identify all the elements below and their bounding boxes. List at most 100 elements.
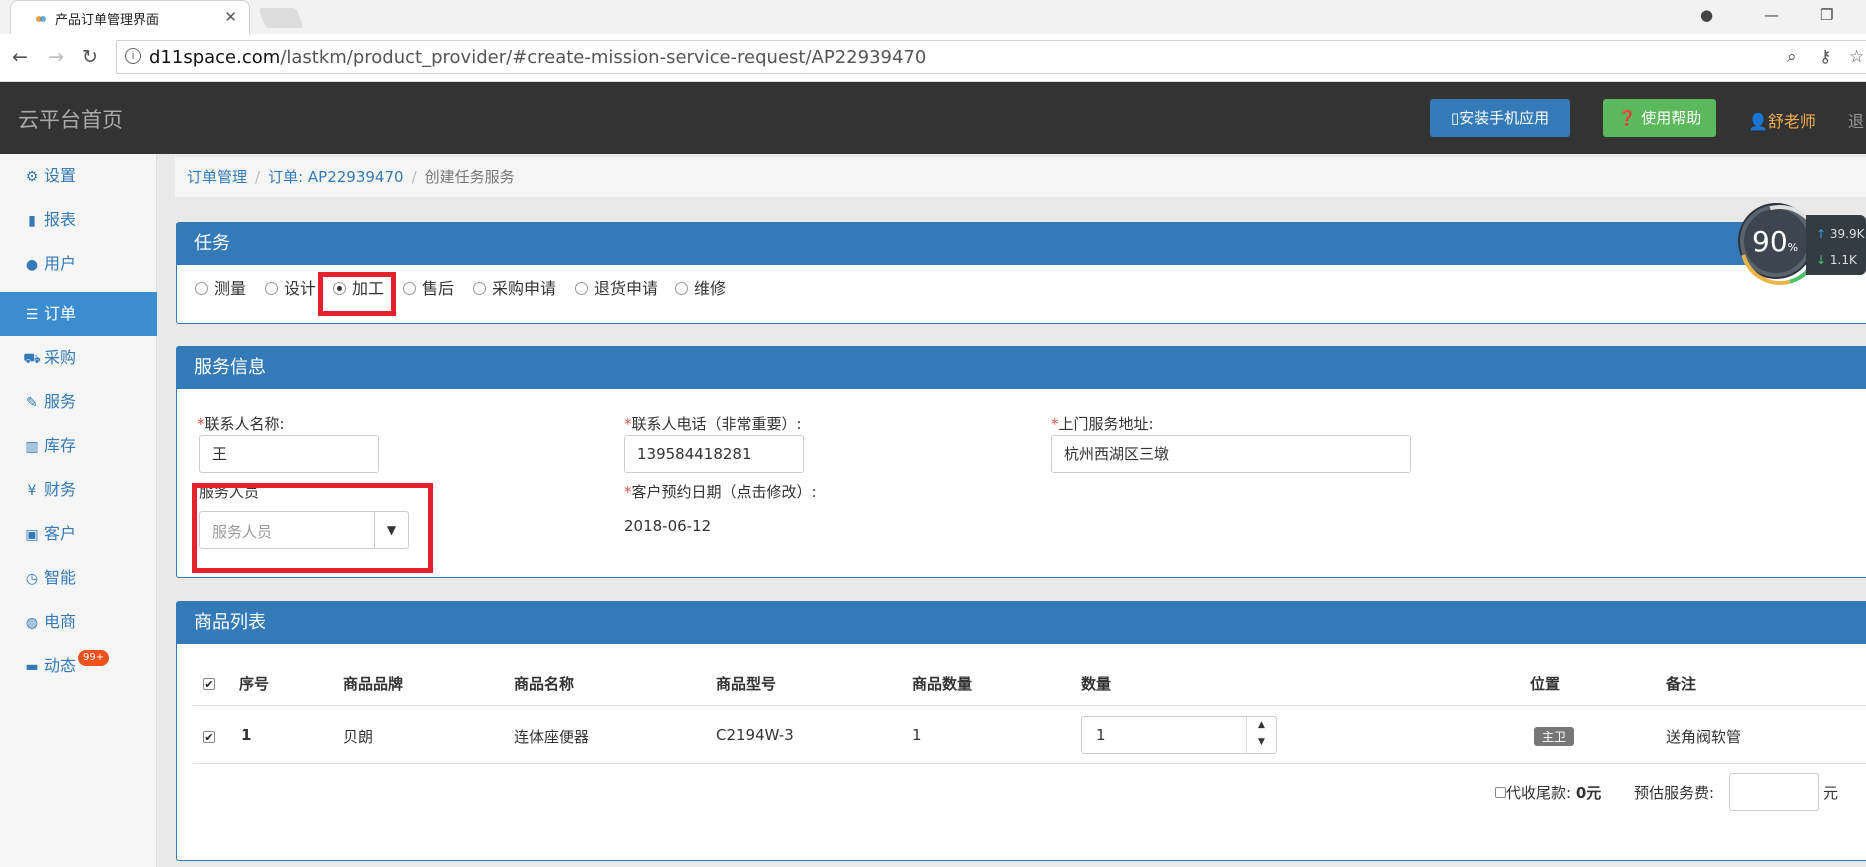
highlight-box	[318, 272, 396, 316]
back-arrow-icon[interactable]: ←	[12, 46, 28, 68]
select-all-checkbox[interactable]: ✔	[203, 674, 215, 692]
clock-icon: ◷	[25, 571, 39, 587]
key-icon[interactable]: ⚷	[1819, 47, 1831, 67]
sidebar-item-users[interactable]: ● 用户	[0, 242, 157, 286]
bookmark-star-icon[interactable]: ☆	[1849, 47, 1864, 67]
gear-icon: ⚙	[25, 169, 39, 185]
row-count: 1	[912, 726, 922, 744]
sidebar-item-settings[interactable]: ⚙ 设置	[0, 154, 157, 198]
sidebar-item-reports[interactable]: ▮ 报表	[0, 198, 157, 242]
barcode-icon: ▥	[25, 439, 39, 455]
sidebar-item-activity[interactable]: ▬ 动态 99+	[0, 644, 157, 688]
radio-button[interactable]	[195, 282, 208, 295]
radio-button[interactable]	[403, 282, 416, 295]
column-header: 位置	[1530, 675, 1561, 693]
appointment-date-value[interactable]: 2018-06-12	[624, 517, 711, 535]
column-header: 数量	[1081, 675, 1112, 693]
stepper-arrows-icon[interactable]: ▲ ▼	[1246, 717, 1276, 753]
breadcrumb-separator: /	[411, 168, 417, 186]
task-option-repair[interactable]: 维修	[675, 275, 726, 299]
task-option-purchase-request[interactable]: 采购申请	[473, 275, 556, 299]
browser-toolbar: ← → ↻ i d11space.com/lastkm/product_prov…	[0, 34, 1866, 82]
help-button[interactable]: ❓ 使用帮助	[1603, 99, 1716, 137]
breadcrumb-order-management[interactable]: 订单管理	[187, 168, 247, 186]
info-icon[interactable]: i	[125, 48, 141, 64]
browser-tab-strip: 产品订单管理界面 ✕ ● — ❐	[0, 0, 1866, 34]
logout-link[interactable]: 退	[1848, 108, 1864, 132]
row-model: C2194W-3	[716, 726, 794, 744]
sidebar-item-inventory[interactable]: ▥ 库存	[0, 424, 157, 468]
forward-arrow-icon[interactable]: →	[48, 46, 64, 68]
task-option-return-request[interactable]: 退货申请	[575, 275, 658, 299]
user-icon: ●	[25, 257, 39, 273]
breadcrumb-order[interactable]: 订单: AP22939470	[268, 168, 403, 186]
tab-close-icon[interactable]: ✕	[224, 8, 237, 26]
restore-icon[interactable]: ❐	[1820, 6, 1833, 24]
table-divider	[193, 763, 1866, 764]
url-text: d11space.com/lastkm/product_provider/#cr…	[149, 47, 927, 68]
radio-button[interactable]	[575, 282, 588, 295]
speed-gauge: 90%	[1740, 205, 1812, 277]
sidebar-item-customers[interactable]: ▣ 客户	[0, 512, 157, 556]
sidebar-item-service[interactable]: ✎ 服务	[0, 380, 157, 424]
download-arrow-icon: ↓	[1816, 253, 1827, 267]
tab-title: 产品订单管理界面	[55, 13, 160, 28]
contact-phone-label: *联系人电话（非常重要）:	[624, 415, 802, 433]
row-brand: 贝朗	[343, 728, 374, 746]
sidebar-item-purchase[interactable]: ⛟ 采购	[0, 336, 157, 380]
task-option-after-sales[interactable]: 售后	[403, 275, 454, 299]
sidebar-item-smart[interactable]: ◷ 智能	[0, 556, 157, 600]
goods-list-panel: 商品列表 ✔ 序号 商品品牌 商品名称 商品型号 商品数量 数量 位置 备注 ✔…	[176, 601, 1866, 861]
collect-balance-field[interactable]: 代收尾款: 0元	[1495, 782, 1601, 803]
reload-icon[interactable]: ↻	[82, 46, 98, 68]
sidebar: ⚙ 设置 ▮ 报表 ● 用户 ☰ 订单 ⛟ 采购 ✎ 服务 ▥ 库存 ¥ 财务 ▣ 客户 ◷ 智能 …	[0, 154, 157, 867]
brand-home-link[interactable]: 云平台首页	[18, 104, 123, 134]
contact-phone-input[interactable]: 139584418281	[624, 435, 804, 473]
row-checkbox[interactable]: ✔	[203, 727, 215, 745]
breadcrumb-separator: /	[255, 168, 261, 186]
briefcase-icon: ▣	[25, 527, 39, 543]
task-option-design[interactable]: 设计	[265, 275, 316, 299]
upload-arrow-icon: ↑	[1816, 227, 1827, 241]
address-label: *上门服务地址:	[1051, 415, 1154, 433]
new-tab-button[interactable]	[258, 8, 304, 28]
sidebar-item-finance[interactable]: ¥ 财务	[0, 468, 157, 512]
user-icon: 👤	[1748, 112, 1768, 131]
radio-button[interactable]	[473, 282, 486, 295]
quantity-value: 1	[1096, 726, 1106, 744]
task-option-measure[interactable]: 测量	[195, 275, 246, 299]
column-header: 商品型号	[716, 675, 777, 693]
highlight-box	[192, 483, 433, 573]
notification-badge: 99+	[78, 650, 110, 666]
network-speed-widget[interactable]: 90% ↑ 39.9K ↓ 1.1K	[1738, 205, 1866, 281]
minimize-icon[interactable]: —	[1764, 6, 1779, 24]
column-header: 序号	[239, 675, 270, 693]
speed-percent: 90%	[1752, 225, 1799, 258]
sidebar-item-orders[interactable]: ☰ 订单	[0, 292, 157, 336]
globe-icon: ◍	[25, 615, 39, 631]
goods-panel-title: 商品列表	[177, 602, 1866, 644]
address-input[interactable]: 杭州西湖区三墩	[1051, 435, 1411, 473]
zoom-icon[interactable]: ⌕	[1787, 47, 1797, 67]
site-favicon-icon	[36, 16, 46, 22]
bar-chart-icon: ▮	[28, 213, 36, 229]
user-menu[interactable]: 👤舒老师	[1748, 108, 1816, 132]
quantity-stepper[interactable]: 1 ▲ ▼	[1081, 716, 1277, 754]
task-panel-title: 任务	[177, 223, 1866, 265]
install-app-button[interactable]: ▯安装手机应用	[1430, 99, 1570, 137]
location-tag: 主卫	[1534, 727, 1575, 746]
address-bar[interactable]: i d11space.com/lastkm/product_provider/#…	[116, 40, 1866, 74]
fee-unit: 元	[1823, 784, 1839, 802]
profile-icon[interactable]: ●	[1700, 6, 1713, 24]
task-panel: 任务 测量 设计 加工 售后 采购申请 退货申请 维修	[176, 222, 1866, 324]
list-icon: ☰	[25, 307, 39, 323]
sidebar-item-ecommerce[interactable]: ◍ 电商	[0, 600, 157, 644]
collect-checkbox[interactable]	[1495, 787, 1506, 798]
column-header: 商品数量	[912, 675, 973, 693]
radio-button[interactable]	[265, 282, 278, 295]
breadcrumb-current: 创建任务服务	[424, 168, 515, 186]
service-fee-input[interactable]	[1729, 773, 1819, 811]
radio-button[interactable]	[675, 282, 688, 295]
browser-tab[interactable]: 产品订单管理界面 ✕	[10, 0, 250, 34]
contact-name-input[interactable]: 王	[199, 435, 379, 473]
